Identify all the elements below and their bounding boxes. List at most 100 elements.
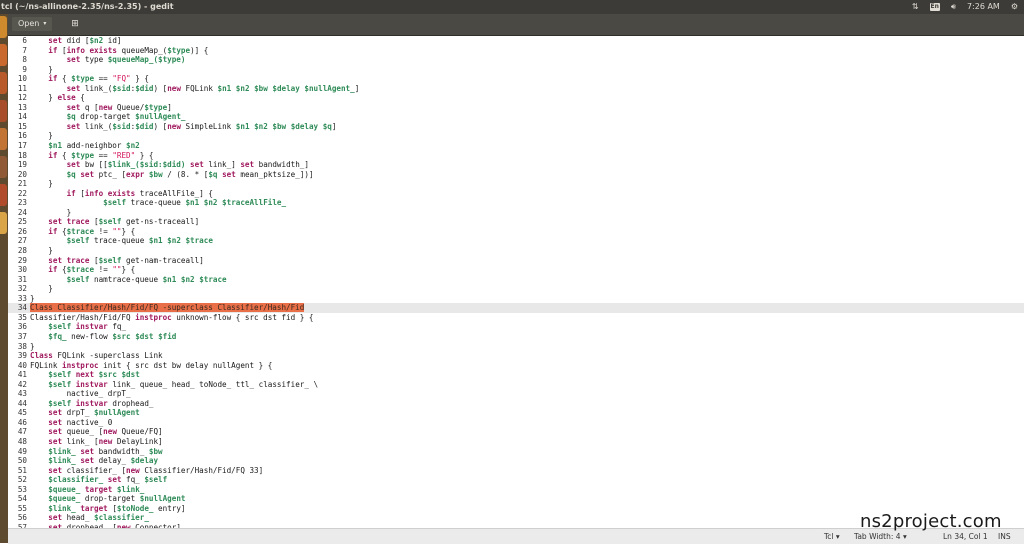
launcher-app-icon[interactable]	[0, 212, 7, 234]
code-line[interactable]: 40 FQLink instproc init { src dst bw dela…	[8, 361, 1024, 371]
launcher-app-icon[interactable]	[0, 44, 7, 66]
code-text[interactable]: $n1 add-neighbor $n2	[27, 141, 139, 151]
code-text[interactable]: nactive_ drpT_	[27, 389, 131, 399]
code-text[interactable]: $self instvar drophead_	[27, 399, 153, 409]
launcher-app-icon[interactable]	[0, 100, 7, 122]
code-line[interactable]: 12 } else {	[8, 93, 1024, 103]
code-line[interactable]: 48 set link_ [new DelayLink]	[8, 437, 1024, 447]
launcher-app-icon[interactable]	[0, 184, 7, 206]
code-line[interactable]: 52 $classifier_ set fq_ $self	[8, 475, 1024, 485]
clock[interactable]: 7:26 AM	[967, 0, 1000, 14]
code-text[interactable]: set type $queueMap_($type)	[27, 55, 186, 65]
code-line[interactable]: 33}	[8, 294, 1024, 304]
code-line[interactable]: 6 set did [$n2 id]	[8, 36, 1024, 46]
code-line[interactable]: 30 if {$trace != ""} {	[8, 265, 1024, 275]
code-line[interactable]: 51 set classifier_ [new Classifier/Hash/…	[8, 466, 1024, 476]
code-text[interactable]: if { $type == "FQ" } {	[27, 74, 149, 84]
code-text[interactable]: set queue_ [new Queue/FQ]	[27, 427, 162, 437]
code-line[interactable]: 20 $q set ptc_ [expr $bw / (8. * [$q set…	[8, 170, 1024, 180]
code-line[interactable]: 44 $self instvar drophead_	[8, 399, 1024, 409]
code-text[interactable]: $link_ target [$toNode_ entry]	[27, 504, 185, 514]
speaker-icon[interactable]: 🔊︎	[951, 0, 956, 14]
code-text[interactable]: if {$trace != ""} {	[27, 227, 135, 237]
code-line[interactable]: 28 }	[8, 246, 1024, 256]
code-line[interactable]: 46 set nactive_ 0	[8, 418, 1024, 428]
code-line[interactable]: 14 $q drop-target $nullAgent_	[8, 112, 1024, 122]
code-line[interactable]: 25 set trace [$self get-ns-traceall]	[8, 217, 1024, 227]
code-line[interactable]: 45 set drpT_ $nullAgent	[8, 408, 1024, 418]
code-text[interactable]: $fq_ new-flow $src $dst $fid	[27, 332, 176, 342]
code-text[interactable]: FQLink instproc init { src dst bw delay …	[27, 361, 272, 371]
code-text[interactable]: set head_ $classifier_	[27, 513, 149, 523]
code-text[interactable]: Class Classifier/Hash/Fid/FQ -superclass…	[27, 303, 305, 313]
launcher-app-icon[interactable]	[0, 156, 7, 178]
code-text[interactable]: if [info exists traceAllFile_] {	[27, 189, 213, 199]
launcher-app-icon[interactable]	[0, 72, 7, 94]
code-line[interactable]: 15 set link_($sid:$did) [new SimpleLink …	[8, 122, 1024, 132]
new-document-icon[interactable]: ⊞	[68, 17, 82, 31]
code-line[interactable]: 53 $queue_ target $link_	[8, 485, 1024, 495]
code-line[interactable]: 49 $link_ set bandwidth_ $bw	[8, 447, 1024, 457]
code-line[interactable]: 27 $self trace-queue $n1 $n2 $trace	[8, 236, 1024, 246]
code-text[interactable]: }	[27, 294, 35, 304]
code-line[interactable]: 41 $self next $src $dst	[8, 370, 1024, 380]
keyboard-layout-indicator[interactable]: En	[929, 3, 940, 11]
code-text[interactable]: }	[27, 246, 53, 256]
code-line[interactable]: 31 $self namtrace-queue $n1 $n2 $trace	[8, 275, 1024, 285]
code-text[interactable]: set classifier_ [new Classifier/Hash/Fid…	[27, 466, 263, 476]
code-text[interactable]: } else {	[27, 93, 85, 103]
open-button[interactable]: Open ▾	[12, 17, 53, 31]
code-text[interactable]: $self instvar link_ queue_ head_ toNode_…	[27, 380, 318, 390]
gear-icon[interactable]: ⚙	[1011, 0, 1018, 14]
network-transfer-icon[interactable]: ⇅	[912, 0, 919, 14]
code-line[interactable]: 43 nactive_ drpT_	[8, 389, 1024, 399]
code-text[interactable]: set bw [[$link_($sid:$did) set link_] se…	[27, 160, 309, 170]
code-text[interactable]: set link_($sid:$did) [new SimpleLink $n1…	[27, 122, 337, 132]
code-text[interactable]: $link_ set bandwidth_ $bw	[27, 447, 162, 457]
code-text[interactable]: $self trace-queue $n1 $n2 $traceAllFile_	[27, 198, 286, 208]
code-text[interactable]: set link_ [new DelayLink]	[27, 437, 162, 447]
code-text[interactable]: $self instvar fq_	[27, 322, 126, 332]
code-text[interactable]: set link_($sid:$did) [new FQLink $n1 $n2…	[27, 84, 360, 94]
code-line[interactable]: 9 }	[8, 65, 1024, 75]
code-text[interactable]: $link_ set delay_ $delay	[27, 456, 158, 466]
code-line[interactable]: 29 set trace [$self get-nam-traceall]	[8, 256, 1024, 266]
code-line[interactable]: 32 }	[8, 284, 1024, 294]
code-line[interactable]: 38}	[8, 342, 1024, 352]
code-text[interactable]: set trace [$self get-nam-traceall]	[27, 256, 203, 266]
code-line[interactable]: 54 $queue_ drop-target $nullAgent	[8, 494, 1024, 504]
launcher-app-icon[interactable]	[0, 16, 7, 38]
code-line[interactable]: 10 if { $type == "FQ" } {	[8, 74, 1024, 84]
code-text[interactable]: $self trace-queue $n1 $n2 $trace	[27, 236, 213, 246]
code-text[interactable]: set nactive_ 0	[27, 418, 112, 428]
code-text[interactable]: }	[27, 208, 72, 218]
code-text[interactable]: if {$trace != ""} {	[27, 265, 135, 275]
code-text[interactable]: $queue_ target $link_	[27, 485, 144, 495]
code-text[interactable]: if [info exists queueMap_($type)] {	[27, 46, 208, 56]
code-line[interactable]: 23 $self trace-queue $n1 $n2 $traceAllFi…	[8, 198, 1024, 208]
code-line[interactable]: 26 if {$trace != ""} {	[8, 227, 1024, 237]
code-text[interactable]: $self next $src $dst	[27, 370, 139, 380]
code-line[interactable]: 24 }	[8, 208, 1024, 218]
code-line[interactable]: 50 $link_ set delay_ $delay	[8, 456, 1024, 466]
code-text[interactable]: $self namtrace-queue $n1 $n2 $trace	[27, 275, 227, 285]
code-text[interactable]: set q [new Queue/$type]	[27, 103, 172, 113]
code-line[interactable]: 17 $n1 add-neighbor $n2	[8, 141, 1024, 151]
code-text[interactable]: set drpT_ $nullAgent	[27, 408, 139, 418]
code-text[interactable]: set trace [$self get-ns-traceall]	[27, 217, 199, 227]
code-line[interactable]: 16 }	[8, 131, 1024, 141]
code-text[interactable]: Class FQLink -superclass Link	[27, 351, 163, 361]
code-line[interactable]: 42 $self instvar link_ queue_ head_ toNo…	[8, 380, 1024, 390]
code-line[interactable]: 13 set q [new Queue/$type]	[8, 103, 1024, 113]
code-text[interactable]: }	[27, 284, 53, 294]
code-text[interactable]: }	[27, 342, 35, 352]
code-text[interactable]: $queue_ drop-target $nullAgent	[27, 494, 185, 504]
code-text[interactable]: if { $type == "RED" } {	[27, 151, 153, 161]
language-selector[interactable]: Tcl ▾	[824, 529, 840, 544]
code-text[interactable]: }	[27, 65, 53, 75]
code-line[interactable]: 34 Class Classifier/Hash/Fid/FQ -supercla…	[8, 303, 1024, 313]
code-text[interactable]: $q set ptc_ [expr $bw / (8. * [$q set me…	[27, 170, 314, 180]
code-line[interactable]: 22 if [info exists traceAllFile_] {	[8, 189, 1024, 199]
text-editor[interactable]: 6 set did [$n2 id] 7 if [info exists queu…	[8, 36, 1024, 528]
code-text[interactable]: Classifier/Hash/Fid/FQ instproc unknown-…	[27, 313, 313, 323]
